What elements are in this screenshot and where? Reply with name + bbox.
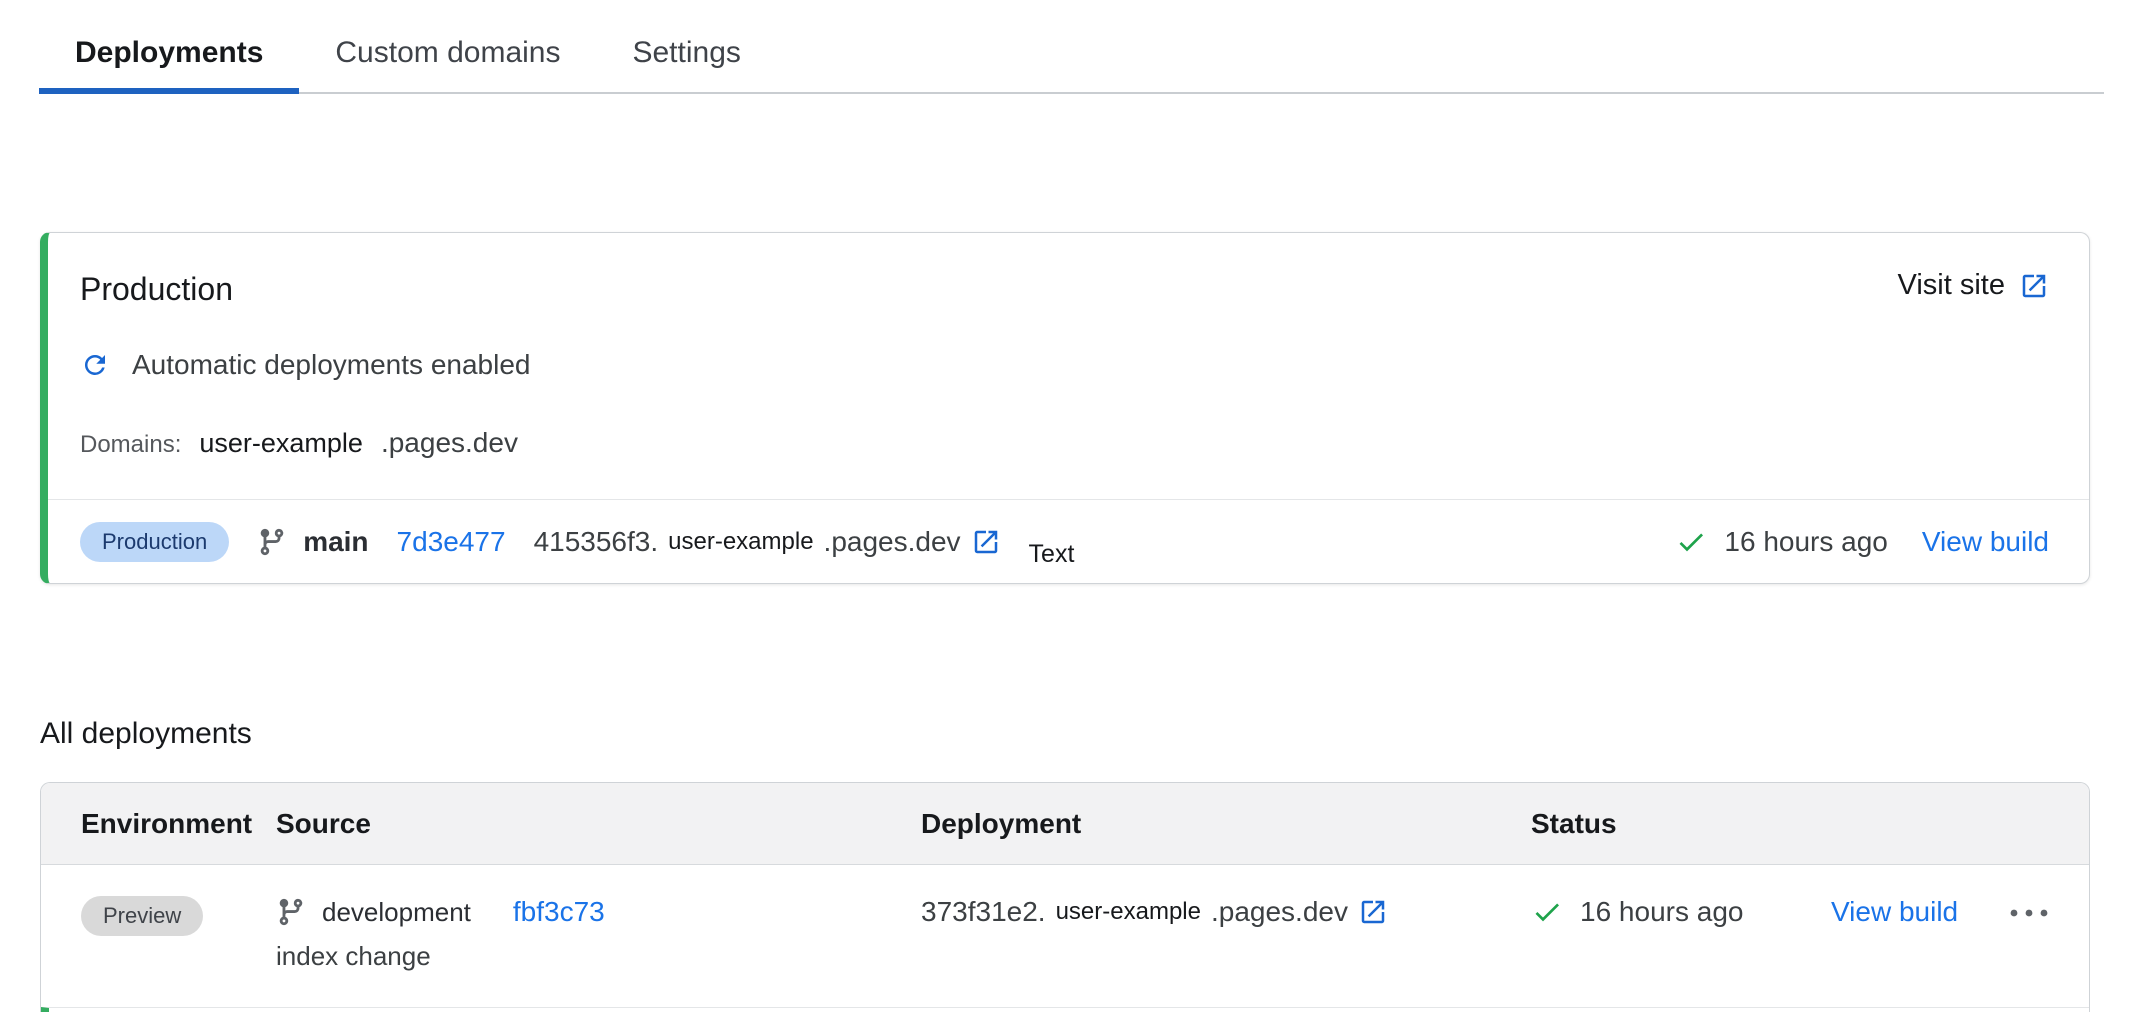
deployment-url-project: user-example xyxy=(1056,898,1201,926)
environment-cell: Preview xyxy=(81,896,276,936)
column-header-source: Source xyxy=(276,808,921,840)
refresh-icon xyxy=(80,350,110,380)
external-link-icon xyxy=(971,527,1001,557)
domain-suffix: .pages.dev xyxy=(381,427,518,459)
production-deployment-row: Production main 7d3e477 415356f3. user-e… xyxy=(48,499,2089,583)
visit-site-link[interactable]: Visit site xyxy=(1898,269,2049,302)
deployment-url-suffix: .pages.dev xyxy=(1211,896,1348,928)
check-icon xyxy=(1675,526,1707,558)
view-build-link[interactable]: View build xyxy=(1922,526,2049,558)
annotation-text: Text xyxy=(1029,540,1075,569)
deployment-url[interactable]: 373f31e2. user-example .pages.dev xyxy=(921,896,1388,928)
domain-project-name: user-example xyxy=(199,428,363,459)
next-row-partial xyxy=(41,1007,2089,1012)
source-cell: development fbf3c73 index change xyxy=(276,896,921,972)
view-build-cell: View build xyxy=(1831,896,2006,928)
deployment-url-suffix: .pages.dev xyxy=(824,526,961,558)
deployment-url-prefix: 373f31e2. xyxy=(921,896,1046,928)
overflow-menu-button[interactable] xyxy=(2006,904,2052,922)
production-card: Production Visit site Automatic deployme… xyxy=(40,232,2090,584)
git-branch-icon xyxy=(276,897,306,927)
table-header-row: Environment Source Deployment Status xyxy=(41,783,2089,865)
commit-message: index change xyxy=(276,941,921,972)
check-icon xyxy=(1531,896,1563,928)
deployment-time: 16 hours ago xyxy=(1724,526,1887,558)
deployment-url[interactable]: 415356f3. user-example .pages.dev xyxy=(534,526,1001,558)
environment-badge: Production xyxy=(80,522,229,562)
tab-settings[interactable]: Settings xyxy=(596,36,776,92)
all-deployments-heading: All deployments xyxy=(40,716,2132,752)
column-header-deployment: Deployment xyxy=(921,808,1531,840)
branch-name: main xyxy=(303,526,368,558)
git-branch-icon xyxy=(257,527,287,557)
production-card-title: Production xyxy=(80,269,233,309)
commit-link[interactable]: fbf3c73 xyxy=(513,896,605,928)
visit-site-label: Visit site xyxy=(1898,269,2005,302)
external-link-icon xyxy=(1358,897,1388,927)
deployments-table: Environment Source Deployment Status Pre… xyxy=(40,782,2090,1012)
deployment-time: 16 hours ago xyxy=(1580,896,1743,928)
tab-deployments[interactable]: Deployments xyxy=(39,36,299,92)
environment-badge: Preview xyxy=(81,896,203,936)
column-header-status: Status xyxy=(1531,808,1831,840)
auto-deployments-text: Automatic deployments enabled xyxy=(132,349,530,381)
deployment-url-prefix: 415356f3. xyxy=(534,526,659,558)
table-row: Preview development fbf3c73 index change… xyxy=(41,865,2089,1007)
branch-name: development xyxy=(322,897,471,928)
view-build-link[interactable]: View build xyxy=(1831,896,1958,928)
row-menu-cell xyxy=(2006,896,2052,922)
tab-bar: Deployments Custom domains Settings xyxy=(39,0,2104,94)
tab-custom-domains[interactable]: Custom domains xyxy=(299,36,596,92)
external-link-icon xyxy=(2019,271,2049,301)
deployment-url-project: user-example xyxy=(668,528,813,556)
deployment-cell: 373f31e2. user-example .pages.dev xyxy=(921,896,1531,928)
commit-link[interactable]: 7d3e477 xyxy=(397,526,506,558)
column-header-environment: Environment xyxy=(81,808,276,840)
domains-label: Domains: xyxy=(80,431,181,459)
status-cell: 16 hours ago xyxy=(1531,896,1831,928)
